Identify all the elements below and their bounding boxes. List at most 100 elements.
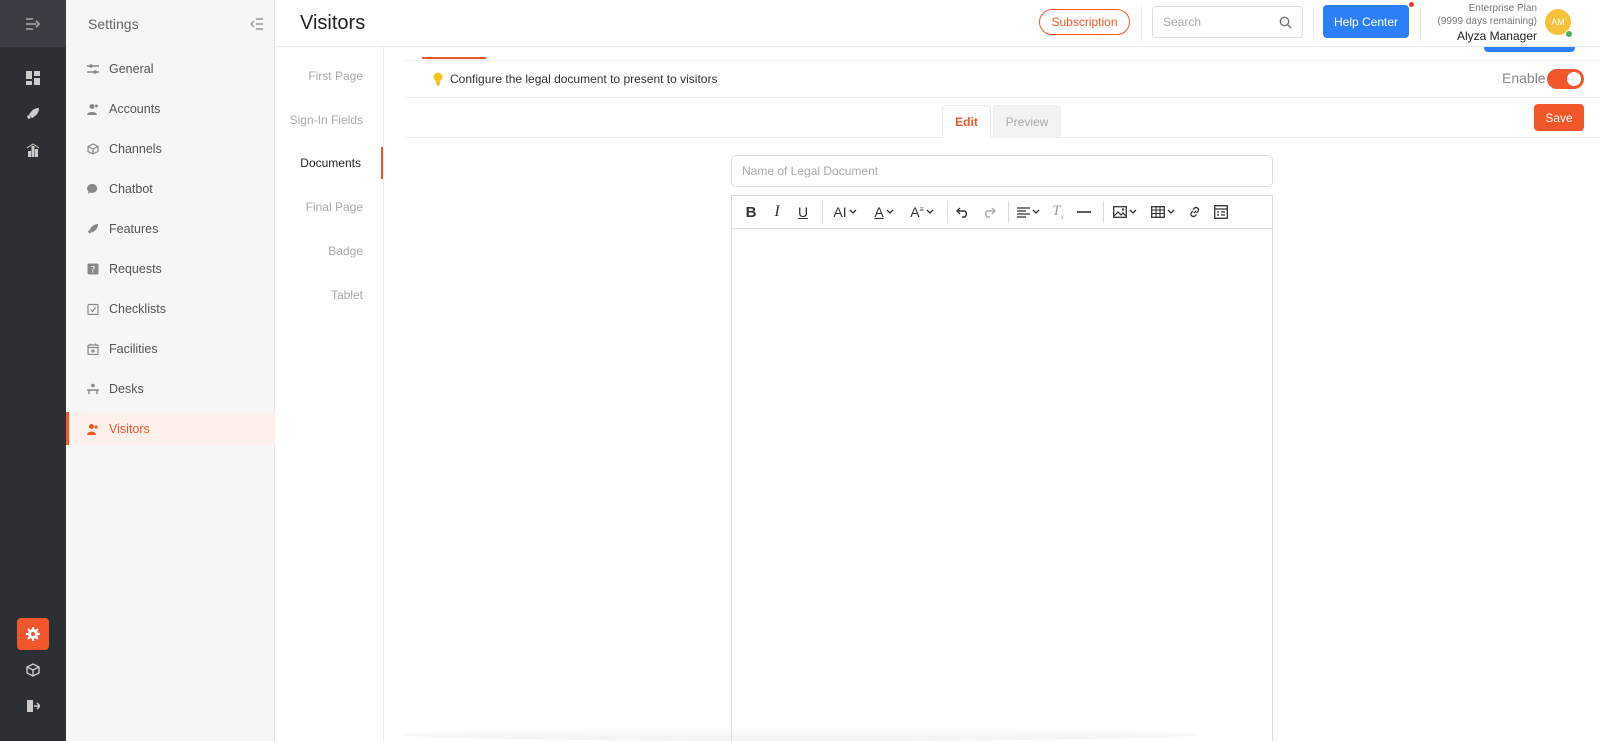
launch-button[interactable] bbox=[17, 98, 49, 130]
dashboard-button[interactable] bbox=[17, 62, 49, 94]
sidebar-item-label: Checklists bbox=[109, 301, 166, 316]
rich-text-editor: B I U AI A A≡ Tx bbox=[731, 195, 1273, 741]
align-left-icon bbox=[1016, 206, 1030, 218]
sidebar-item-general[interactable]: General bbox=[66, 52, 275, 85]
header-divider bbox=[1420, 5, 1421, 41]
subnav-item-badge[interactable]: Badge bbox=[274, 235, 383, 267]
collapse-sidebar-icon[interactable] bbox=[250, 17, 264, 30]
header-divider bbox=[1141, 5, 1142, 41]
rocket-icon bbox=[27, 108, 39, 119]
help-center-button[interactable]: Help Center bbox=[1323, 5, 1409, 38]
sidebar-item-label: General bbox=[109, 61, 154, 76]
sidebar-item-features[interactable]: Features bbox=[66, 212, 275, 245]
modules-button[interactable] bbox=[17, 654, 49, 686]
visitor-icon bbox=[86, 422, 100, 436]
subscription-button[interactable]: Subscription bbox=[1039, 9, 1130, 35]
document-name-input[interactable] bbox=[731, 155, 1273, 187]
sidebar-item-channels[interactable]: Channels bbox=[66, 132, 275, 165]
users-icon bbox=[86, 102, 100, 116]
bold-icon: B bbox=[745, 203, 757, 221]
undo-button[interactable] bbox=[952, 199, 974, 225]
chat-bubble-icon bbox=[86, 182, 100, 196]
toolbar-separator bbox=[1103, 201, 1104, 223]
align-dropdown[interactable] bbox=[1013, 199, 1043, 225]
text-style-dropdown[interactable]: A≡ bbox=[905, 199, 939, 225]
search-input[interactable] bbox=[1163, 15, 1273, 29]
toolbar-separator bbox=[947, 201, 948, 223]
undo-icon bbox=[956, 207, 967, 218]
logout-icon bbox=[27, 700, 40, 712]
font-color-icon: A bbox=[874, 204, 884, 220]
subnav-item-final-page[interactable]: Final Page bbox=[274, 191, 383, 223]
logout-button[interactable] bbox=[17, 690, 49, 722]
font-size-icon: AI bbox=[833, 204, 847, 220]
code-view-button[interactable] bbox=[1210, 199, 1232, 225]
top-header: Visitors Subscription Help Center Enterp… bbox=[275, 0, 1600, 47]
link-button[interactable] bbox=[1184, 199, 1206, 225]
plan-info: Enterprise Plan (9999 days remaining) Al… bbox=[1425, 3, 1538, 44]
table-dropdown[interactable] bbox=[1146, 199, 1180, 225]
subnav-item-first-page[interactable]: First Page bbox=[274, 60, 383, 92]
subnav-item-tablet[interactable]: Tablet bbox=[274, 279, 383, 311]
link-icon bbox=[1190, 206, 1200, 218]
subnav-item-documents[interactable]: Documents bbox=[274, 147, 383, 179]
rocket-icon bbox=[86, 222, 100, 236]
sidebar-item-checklists[interactable]: Checklists bbox=[66, 292, 275, 325]
sidebar-item-chatbot[interactable]: Chatbot bbox=[66, 172, 275, 205]
expand-menu-button[interactable] bbox=[0, 0, 66, 47]
redo-button[interactable] bbox=[978, 199, 1000, 225]
search-icon[interactable] bbox=[1279, 16, 1292, 29]
sidebar-item-visitors[interactable]: Visitors bbox=[66, 412, 275, 445]
font-size-dropdown[interactable]: AI bbox=[827, 199, 863, 225]
chevron-down-icon bbox=[849, 209, 857, 214]
tab-edit[interactable]: Edit bbox=[942, 105, 991, 138]
sidebar-item-requests[interactable]: ? Requests bbox=[66, 252, 275, 285]
page-title: Visitors bbox=[300, 12, 366, 34]
visitors-subnav: First Page Sign-In Fields Documents Fina… bbox=[275, 47, 384, 741]
calendar-plus-icon bbox=[86, 342, 100, 356]
enable-label: Enable bbox=[1502, 70, 1546, 86]
sidebar-item-label: Desks bbox=[109, 381, 144, 396]
notification-dot bbox=[1409, 2, 1414, 7]
font-color-dropdown[interactable]: A bbox=[867, 199, 901, 225]
settings-button[interactable] bbox=[17, 618, 49, 650]
chart-icon bbox=[26, 143, 40, 157]
italic-button[interactable]: I bbox=[766, 199, 788, 225]
enable-toggle[interactable] bbox=[1547, 69, 1584, 89]
sidebar-item-label: Requests bbox=[109, 261, 162, 276]
tab-preview[interactable]: Preview bbox=[993, 105, 1061, 138]
sidebar-item-label: Visitors bbox=[109, 421, 150, 436]
image-dropdown[interactable] bbox=[1108, 199, 1142, 225]
section-accent-line bbox=[422, 57, 486, 59]
code-view-icon bbox=[1214, 205, 1228, 219]
sidebar-item-facilities[interactable]: Facilities bbox=[66, 332, 275, 365]
italic-icon: I bbox=[774, 203, 780, 220]
info-text: Configure the legal document to present … bbox=[450, 72, 718, 86]
bold-button[interactable]: B bbox=[740, 199, 762, 225]
horizontal-rule-icon bbox=[1077, 211, 1091, 213]
sidebar-title: Settings bbox=[88, 15, 139, 32]
app-rail bbox=[0, 0, 66, 741]
search-box[interactable] bbox=[1152, 6, 1303, 38]
chevron-down-icon bbox=[926, 209, 934, 214]
clipboard-check-icon bbox=[86, 302, 100, 316]
plan-remaining: (9999 days remaining) bbox=[1437, 15, 1538, 27]
subnav-item-sign-in-fields[interactable]: Sign-In Fields bbox=[274, 104, 383, 136]
analytics-button[interactable] bbox=[17, 134, 49, 166]
save-button[interactable]: Save bbox=[1534, 104, 1584, 131]
clear-format-button[interactable]: Tx bbox=[1047, 199, 1069, 225]
chevron-down-icon bbox=[1032, 209, 1039, 214]
horizontal-rule-button[interactable] bbox=[1073, 199, 1095, 225]
redo-icon bbox=[985, 207, 996, 218]
sidebar-item-desks[interactable]: Desks bbox=[66, 372, 275, 405]
desk-icon bbox=[86, 382, 100, 396]
sidebar-item-accounts[interactable]: Accounts bbox=[66, 92, 275, 125]
underline-button[interactable]: U bbox=[792, 199, 814, 225]
sliders-icon bbox=[86, 62, 100, 76]
question-square-icon: ? bbox=[86, 262, 100, 276]
sidebar-item-label: Features bbox=[109, 221, 159, 236]
sidebar-header: Settings bbox=[66, 0, 274, 47]
chevron-down-icon bbox=[886, 209, 894, 214]
gear-icon bbox=[26, 627, 40, 641]
image-icon bbox=[1113, 206, 1127, 218]
